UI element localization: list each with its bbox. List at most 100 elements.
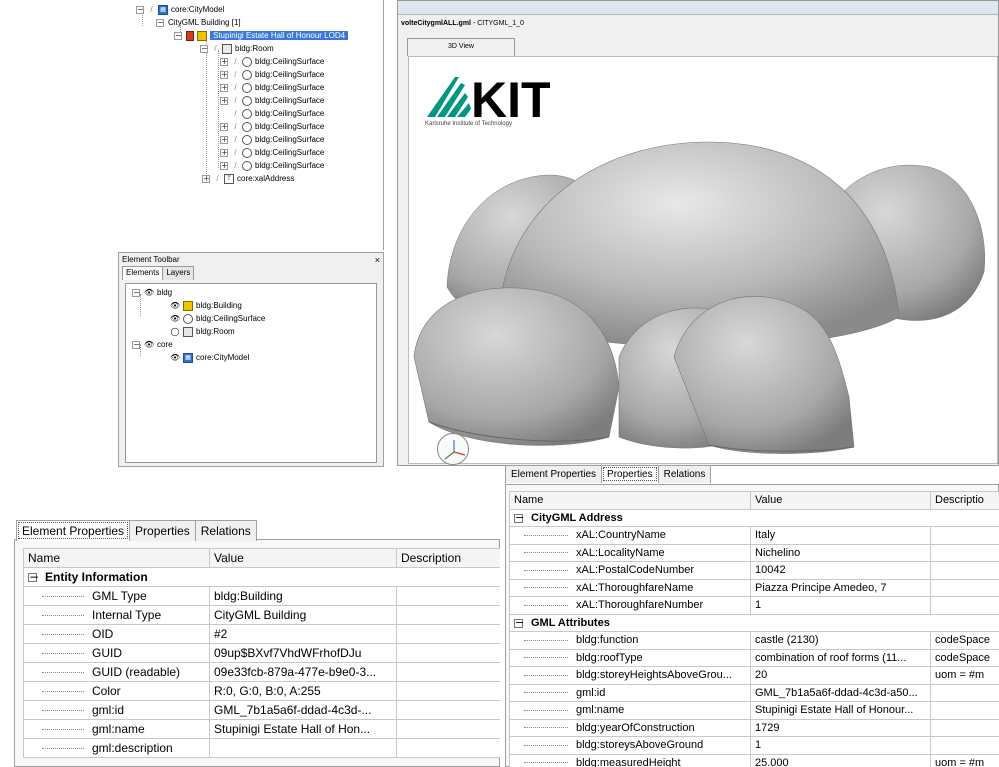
collapse-icon[interactable]: −: [156, 18, 164, 27]
table-row[interactable]: bldg:storeyHeightsAboveGrou... 20 uom = #m: [509, 666, 999, 685]
table-row[interactable]: bldg:measuredHeight 25.000 uom = #m: [509, 753, 999, 767]
table-row[interactable]: GUID 09up$BXvf7VhdWFrhofDJu: [23, 643, 500, 663]
tree-node-citygml-building[interactable]: − CityGML Building [1]: [156, 16, 241, 29]
tree-node-room[interactable]: − / bldg:Room: [200, 42, 274, 55]
tree-node-ceiling-surface[interactable]: + / bldg:CeilingSurface: [220, 68, 324, 81]
visibility-toggle-icon[interactable]: /: [232, 96, 239, 105]
tree-node-ceiling-surface[interactable]: / bldg:CeilingSurface: [232, 107, 324, 120]
expand-icon[interactable]: +: [202, 174, 210, 183]
expand-icon[interactable]: +: [220, 161, 228, 170]
visibility-toggle-icon[interactable]: /: [212, 44, 219, 53]
tree-node-ceiling-surface[interactable]: + / bldg:CeilingSurface: [220, 81, 324, 94]
tree-node-ceiling-surface[interactable]: + / bldg:CeilingSurface: [220, 133, 324, 146]
tree-node-building[interactable]: − Stupinigi Estate Hall of Honour LOD4: [174, 29, 349, 42]
eye-icon[interactable]: 👁: [144, 340, 154, 349]
table-row[interactable]: GUID (readable) 09e33fcb-879a-477e-b9e0-3…: [23, 662, 500, 682]
collapse-icon[interactable]: −: [132, 340, 140, 349]
visibility-toggle-icon[interactable]: /: [232, 148, 239, 157]
visibility-toggle-icon[interactable]: /: [232, 135, 239, 144]
tab-element-properties[interactable]: Element Properties: [505, 465, 603, 483]
eye-icon[interactable]: 👁: [170, 353, 180, 362]
layer-item-room[interactable]: ◯ bldg:Room: [170, 325, 235, 338]
group-row-gml-attributes[interactable]: − GML Attributes: [509, 613, 999, 632]
table-row[interactable]: Color R:0, G:0, B:0, A:255: [23, 681, 500, 701]
layer-group-core[interactable]: − 👁 core: [132, 338, 173, 351]
layer-item-building[interactable]: 👁 bldg:Building: [170, 299, 242, 312]
eye-closed-icon[interactable]: ◯: [170, 327, 180, 336]
eye-icon[interactable]: 👁: [170, 301, 180, 310]
tree-node-citymodel[interactable]: − / ▦ core:CityModel: [136, 3, 224, 16]
expand-icon[interactable]: +: [220, 70, 228, 79]
group-row-citygml-address[interactable]: − CityGML Address: [509, 508, 999, 527]
collapse-icon[interactable]: −: [174, 31, 182, 40]
tree-node-ceiling-surface[interactable]: + / bldg:CeilingSurface: [220, 146, 324, 159]
column-header-description[interactable]: Descriptio: [930, 491, 999, 510]
eye-icon[interactable]: 👁: [144, 288, 154, 297]
expand-icon[interactable]: +: [220, 135, 228, 144]
visibility-toggle-icon[interactable]: /: [232, 161, 239, 170]
visibility-toggle-icon[interactable]: /: [232, 57, 239, 66]
table-row[interactable]: bldg:roofType combination of roof forms (…: [509, 648, 999, 667]
column-header-value[interactable]: Value: [209, 548, 397, 568]
layer-item-ceiling-surface[interactable]: 👁 bldg:CeilingSurface: [170, 312, 265, 325]
table-row[interactable]: gml:id GML_7b1a5a6f-ddad-4c3d-...: [23, 700, 500, 720]
axis-gizmo-icon[interactable]: [437, 433, 469, 465]
column-header-name[interactable]: Name: [509, 491, 751, 510]
visibility-toggle-icon[interactable]: /: [148, 5, 155, 14]
group-row-entity-information[interactable]: − Entity Information: [23, 567, 500, 587]
tab-elements[interactable]: Elements: [122, 266, 164, 280]
collapse-icon[interactable]: −: [514, 617, 524, 628]
tree-node-ceiling-surface[interactable]: + / bldg:CeilingSurface: [220, 55, 324, 68]
table-row[interactable]: xAL:CountryName Italy: [509, 526, 999, 545]
collapse-icon[interactable]: −: [136, 5, 144, 14]
tab-element-properties[interactable]: Element Properties: [16, 520, 131, 541]
close-icon[interactable]: ×: [375, 255, 380, 265]
tree-node-ceiling-surface[interactable]: + / bldg:CeilingSurface: [220, 120, 324, 133]
visibility-toggle-icon[interactable]: /: [232, 83, 239, 92]
column-header-name[interactable]: Name: [23, 548, 210, 568]
expand-icon[interactable]: +: [220, 96, 228, 105]
collapse-icon[interactable]: −: [200, 44, 208, 53]
tab-properties[interactable]: Properties: [129, 520, 196, 541]
table-row[interactable]: GML Type bldg:Building: [23, 586, 500, 606]
expand-icon[interactable]: +: [220, 148, 228, 157]
tab-relations[interactable]: Relations: [194, 520, 257, 541]
table-row[interactable]: bldg:storeysAboveGround 1: [509, 736, 999, 755]
table-row[interactable]: xAL:LocalityName Nichelino: [509, 543, 999, 562]
layer-item-citymodel[interactable]: 👁 ▦ core:CityModel: [170, 351, 249, 364]
expand-icon[interactable]: +: [220, 83, 228, 92]
tree-node-address[interactable]: + / ⊤ core:xalAddress: [202, 172, 294, 185]
table-row[interactable]: Internal Type CityGML Building: [23, 605, 500, 625]
column-header-value[interactable]: Value: [750, 491, 931, 510]
tab-properties[interactable]: Properties: [601, 465, 659, 483]
expand-icon[interactable]: +: [220, 122, 228, 131]
table-row[interactable]: xAL:ThoroughfareName Piazza Principe Amed…: [509, 578, 999, 597]
table-row[interactable]: bldg:function castle (2130) codeSpace: [509, 631, 999, 650]
table-row[interactable]: gml:description: [23, 738, 500, 758]
table-row[interactable]: xAL:PostalCodeNumber 10042: [509, 561, 999, 580]
tree-node-ceiling-surface[interactable]: + / bldg:CeilingSurface: [220, 159, 324, 172]
3d-viewport[interactable]: KIT Karlsruhe Institute of Technology: [408, 56, 998, 465]
expand-icon[interactable]: +: [220, 57, 228, 66]
table-row[interactable]: OID #2: [23, 624, 500, 644]
visibility-toggle-icon[interactable]: /: [232, 122, 239, 131]
table-row[interactable]: xAL:ThoroughfareNumber 1: [509, 596, 999, 615]
column-header-description[interactable]: Description: [396, 548, 500, 568]
tab-layers[interactable]: Layers: [162, 266, 195, 280]
tree-node-ceiling-surface[interactable]: + / bldg:CeilingSurface: [220, 94, 324, 107]
table-row[interactable]: gml:name Stupinigi Estate Hall of Honour.…: [509, 701, 999, 720]
tab-3d-view[interactable]: 3D View: [407, 38, 515, 56]
collapse-icon[interactable]: −: [514, 512, 524, 523]
kit-logo-caption: Karlsruhe Institute of Technology: [425, 121, 512, 127]
visibility-toggle-icon[interactable]: /: [232, 70, 239, 79]
layer-group-bldg[interactable]: − 👁 bldg: [132, 286, 172, 299]
visibility-toggle-icon[interactable]: /: [214, 174, 221, 183]
table-row[interactable]: gml:id GML_7b1a5a6f-ddad-4c3d-a50...: [509, 683, 999, 702]
tab-relations[interactable]: Relations: [657, 465, 712, 483]
table-row[interactable]: bldg:yearOfConstruction 1729: [509, 718, 999, 737]
visibility-toggle-icon[interactable]: /: [232, 109, 239, 118]
eye-icon[interactable]: 👁: [170, 314, 180, 323]
table-row[interactable]: gml:name Stupinigi Estate Hall of Hon...: [23, 719, 500, 739]
collapse-icon[interactable]: −: [132, 288, 140, 297]
collapse-icon[interactable]: −: [28, 571, 39, 583]
